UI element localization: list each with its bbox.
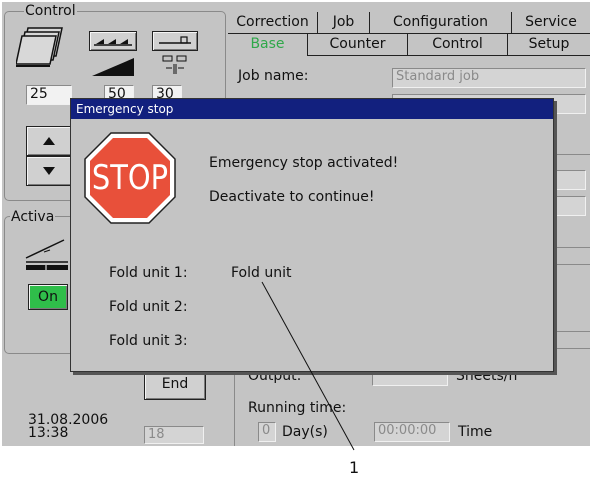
callout-leader-line bbox=[261, 281, 355, 451]
callout-number: 1 bbox=[349, 458, 360, 477]
